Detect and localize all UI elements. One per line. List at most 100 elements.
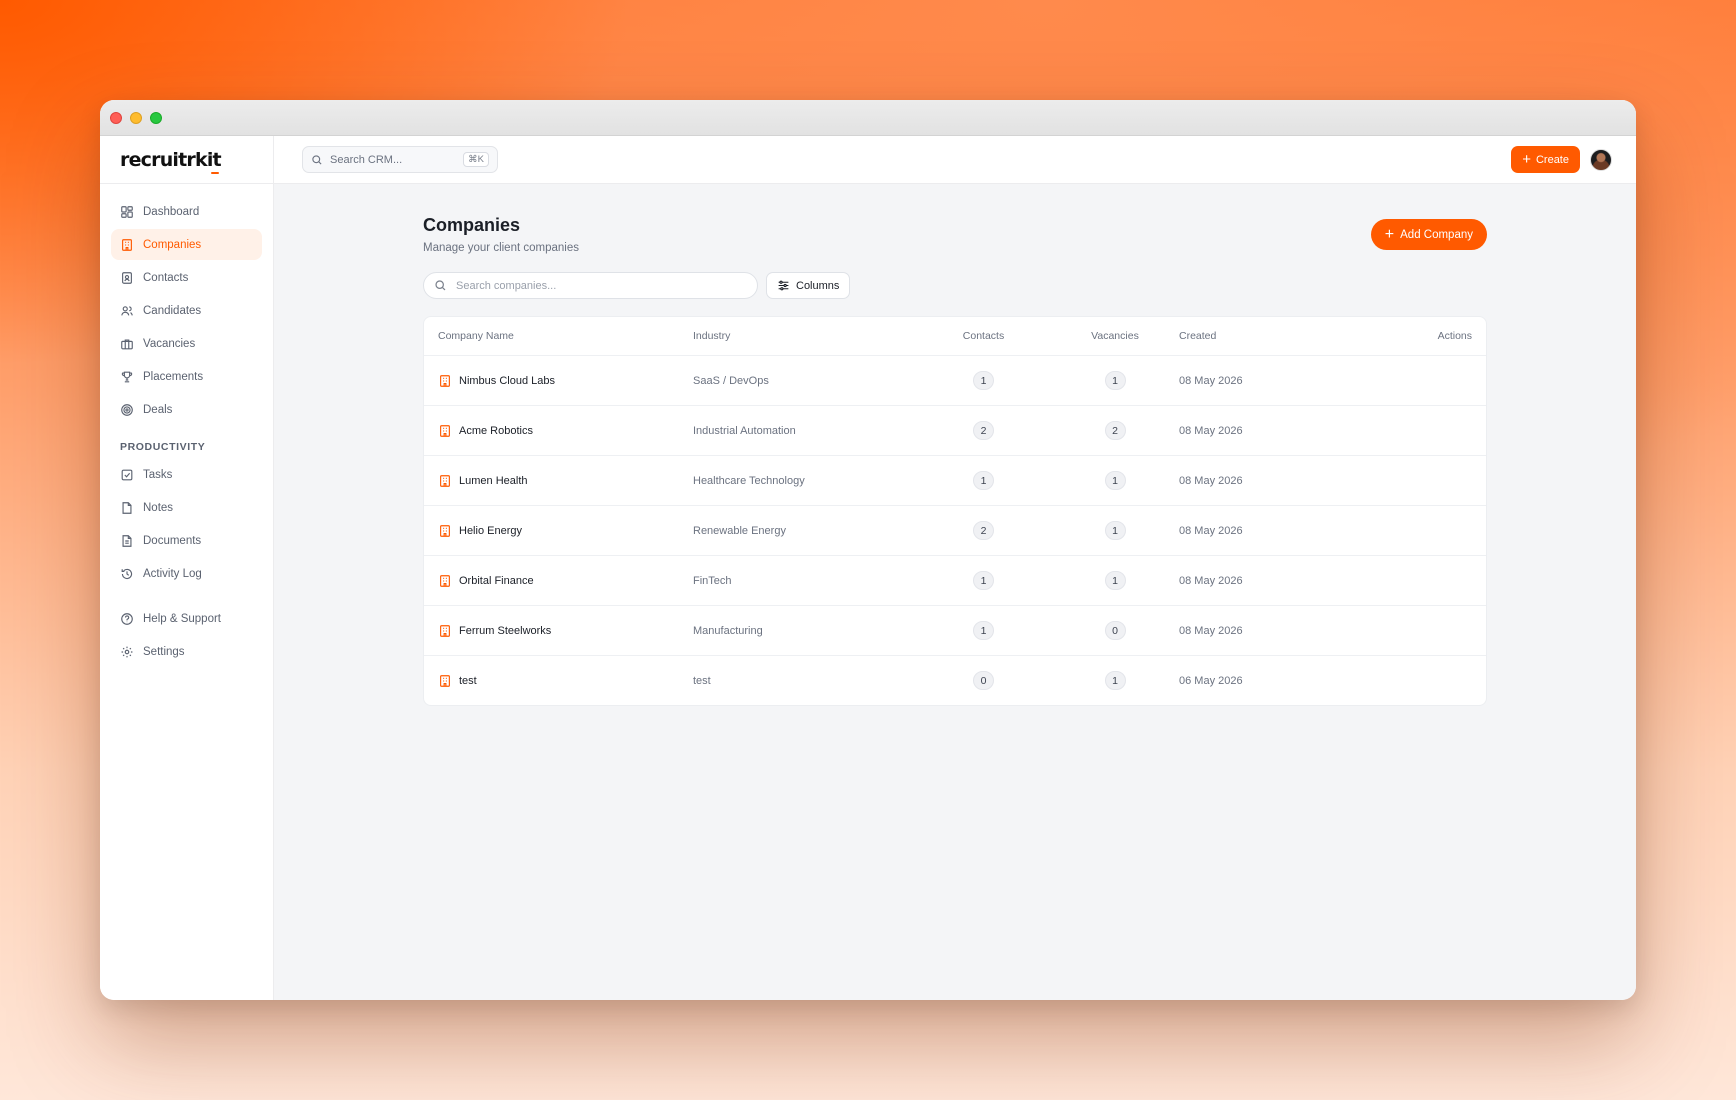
- note-icon: [120, 501, 134, 515]
- created-date-cell: 06 May 2026: [1179, 674, 1243, 687]
- columns-button[interactable]: Columns: [766, 272, 851, 299]
- companies-table: Company Name Industry Contacts Vacancies…: [423, 316, 1487, 706]
- table-row[interactable]: Orbital Finance FinTech 1 1 08 May 2026: [424, 555, 1486, 605]
- vacancies-cell: 0: [1074, 621, 1156, 640]
- sidebar-item-candidates[interactable]: Candidates: [111, 295, 262, 326]
- vacancies-count-badge: 1: [1104, 471, 1126, 490]
- gear-icon: [120, 645, 134, 659]
- industry-cell: FinTech: [693, 574, 732, 587]
- company-name-cell[interactable]: Helio Energy: [424, 524, 693, 538]
- vacancies-cell: 1: [1074, 671, 1156, 690]
- contacts-count-badge: 2: [973, 421, 994, 440]
- contacts-cell: 1: [943, 571, 1024, 590]
- sidebar-item-documents[interactable]: Documents: [111, 525, 262, 556]
- building-icon: [438, 674, 452, 688]
- company-name-cell[interactable]: Acme Robotics: [424, 424, 693, 438]
- crm-search-input[interactable]: Search CRM... ⌘K: [302, 146, 498, 173]
- building-icon: [438, 624, 452, 638]
- company-name-cell[interactable]: Ferrum Steelworks: [424, 624, 693, 638]
- contacts-cell: 1: [943, 371, 1024, 390]
- sidebar-item-activity-log[interactable]: Activity Log: [111, 558, 262, 589]
- maximize-window-button[interactable]: [150, 112, 162, 124]
- company-name-cell[interactable]: Nimbus Cloud Labs: [424, 374, 693, 388]
- company-name: test: [459, 674, 477, 687]
- create-button-label: Create: [1535, 153, 1569, 166]
- industry-cell: Manufacturing: [693, 624, 763, 637]
- create-button[interactable]: + Create: [1511, 146, 1580, 173]
- building-icon: [438, 424, 452, 438]
- company-name-cell[interactable]: Orbital Finance: [424, 574, 693, 588]
- company-name-cell[interactable]: Lumen Health: [424, 474, 693, 488]
- avatar[interactable]: [1590, 149, 1612, 171]
- target-icon: [120, 403, 134, 417]
- building-icon: [438, 474, 452, 488]
- search-icon: [311, 154, 330, 166]
- building-icon: [120, 238, 134, 252]
- main-area: Search CRM... ⌘K + Create Companies Mana…: [274, 136, 1636, 1000]
- sidebar-item-contacts[interactable]: Contacts: [111, 262, 262, 293]
- contacts-cell: 2: [943, 421, 1024, 440]
- sidebar-item-tasks[interactable]: Tasks: [111, 459, 262, 490]
- company-name: Orbital Finance: [459, 574, 534, 587]
- vacancies-count-badge: 1: [1104, 521, 1126, 540]
- building-icon: [438, 524, 452, 538]
- sidebar-item-companies[interactable]: Companies: [111, 229, 262, 260]
- column-header-industry[interactable]: Industry: [693, 330, 943, 342]
- contacts-count-badge: 0: [973, 671, 994, 690]
- sidebar-item-settings[interactable]: Settings: [111, 636, 262, 667]
- table-row[interactable]: Lumen Health Healthcare Technology 1 1 08 Ma…: [424, 455, 1486, 505]
- sidebar-item-label: Deals: [143, 403, 173, 416]
- table-toolbar: Columns: [423, 272, 1487, 299]
- industry-cell: Healthcare Technology: [693, 474, 805, 487]
- building-icon: [438, 574, 452, 588]
- vacancies-count-badge: 1: [1104, 371, 1126, 390]
- table-header-row: Company Name Industry Contacts Vacancies…: [424, 317, 1486, 355]
- sidebar-item-label: Documents: [143, 534, 202, 547]
- close-window-button[interactable]: [110, 112, 122, 124]
- app-window: recruitrkit Dashboard Companies Contacts: [100, 100, 1636, 1000]
- created-date-cell: 08 May 2026: [1179, 624, 1243, 637]
- table-row[interactable]: Ferrum Steelworks Manufacturing 1 0 08 May 2…: [424, 605, 1486, 655]
- sidebar-item-notes[interactable]: Notes: [111, 492, 262, 523]
- column-header-contacts[interactable]: Contacts: [943, 330, 1024, 342]
- vacancies-cell: 1: [1074, 471, 1156, 490]
- company-search-input[interactable]: [456, 279, 747, 292]
- contacts-count-badge: 1: [973, 471, 994, 490]
- table-row[interactable]: test test 0 1 06 May 2026: [424, 655, 1486, 705]
- sidebar-nav: Dashboard Companies Contacts Candidates …: [100, 184, 273, 681]
- company-name: Helio Energy: [459, 524, 522, 537]
- trophy-icon: [120, 370, 134, 384]
- sidebar-item-placements[interactable]: Placements: [111, 361, 262, 392]
- sidebar-item-deals[interactable]: Deals: [111, 394, 262, 425]
- app-logo[interactable]: recruitrkit: [120, 149, 222, 174]
- sidebar-item-vacancies[interactable]: Vacancies: [111, 328, 262, 359]
- table-row[interactable]: Nimbus Cloud Labs SaaS / DevOps 1 1 08 May 2…: [424, 355, 1486, 405]
- contacts-cell: 1: [943, 621, 1024, 640]
- company-name: Lumen Health: [459, 474, 528, 487]
- created-date-cell: 08 May 2026: [1179, 424, 1243, 437]
- sidebar-item-dashboard[interactable]: Dashboard: [111, 196, 262, 227]
- contacts-cell: 2: [943, 521, 1024, 540]
- add-company-button[interactable]: + Add Company: [1370, 219, 1487, 250]
- column-header-created[interactable]: Created: [1179, 330, 1329, 342]
- shortcut-badge: ⌘K: [463, 152, 489, 167]
- contacts-count-badge: 1: [973, 571, 994, 590]
- sidebar-item-label: Vacancies: [143, 337, 196, 350]
- topbar: Search CRM... ⌘K + Create: [274, 136, 1636, 184]
- sidebar-item-label: Companies: [143, 238, 202, 251]
- sidebar-item-help-support[interactable]: Help & Support: [111, 603, 262, 634]
- sidebar-item-label: Dashboard: [143, 205, 200, 218]
- vacancies-cell: 1: [1074, 371, 1156, 390]
- created-date-cell: 08 May 2026: [1179, 374, 1243, 387]
- table-row[interactable]: Helio Energy Renewable Energy 2 1 08 May 202…: [424, 505, 1486, 555]
- column-header-company-name[interactable]: Company Name: [424, 330, 693, 342]
- industry-cell: Renewable Energy: [693, 524, 786, 537]
- table-row[interactable]: Acme Robotics Industrial Automation 2 2 08 M…: [424, 405, 1486, 455]
- page-content: Companies Manage your client companies +…: [423, 184, 1487, 706]
- company-search-field[interactable]: [423, 272, 758, 299]
- minimize-window-button[interactable]: [130, 112, 142, 124]
- logo-row: recruitrkit: [100, 136, 273, 184]
- company-name-cell[interactable]: test: [424, 674, 693, 688]
- column-header-vacancies[interactable]: Vacancies: [1074, 330, 1156, 342]
- history-icon: [120, 567, 134, 581]
